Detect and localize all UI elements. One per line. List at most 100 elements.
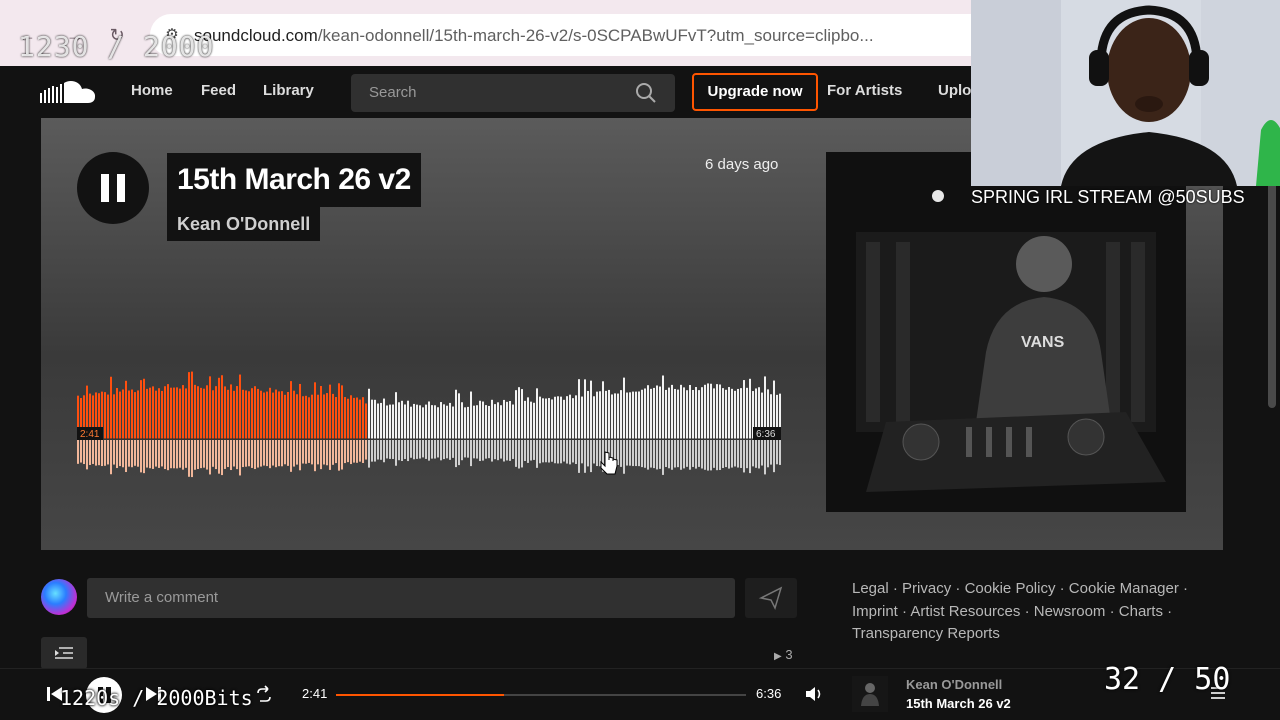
repeat-icon[interactable]	[254, 685, 274, 705]
waveform-bar	[404, 404, 406, 439]
waveform-bar	[356, 397, 358, 439]
waveform-bar	[464, 407, 466, 439]
waveform-bar-reflection	[566, 440, 568, 464]
waveform-bar-reflection	[458, 440, 460, 466]
waveform-bar	[623, 377, 625, 439]
waveform-bar-reflection	[518, 440, 520, 469]
waveform-bar-reflection	[386, 440, 388, 459]
waveform-bar	[377, 403, 379, 439]
waveform-bar	[554, 396, 556, 439]
pause-button[interactable]	[77, 152, 149, 224]
footer-link-privacy[interactable]: Privacy	[902, 580, 951, 597]
artist-name[interactable]: Kean O'Donnell	[177, 207, 310, 241]
waveform-bar	[314, 382, 316, 439]
waveform-bar	[503, 399, 505, 439]
waveform-bar	[176, 387, 178, 439]
player-track-title[interactable]: 15th March 26 v2	[906, 696, 1011, 711]
soundcloud-logo-icon[interactable]	[40, 79, 96, 105]
waveform-bar-reflection	[710, 440, 712, 471]
footer-link-artist-resources[interactable]: Artist Resources	[910, 603, 1020, 620]
waveform-bar	[467, 406, 469, 439]
waveform-bar	[545, 398, 547, 439]
waveform-bar-reflection	[650, 440, 652, 468]
waveform-bar	[698, 390, 700, 439]
nav-feed[interactable]: Feed	[201, 82, 236, 99]
waveform-bar	[725, 389, 727, 439]
waveform-bar-reflection	[533, 440, 535, 460]
track-title: 15th March 26 v2	[177, 163, 411, 196]
waveform-bar-reflection	[665, 440, 667, 467]
player-progress-bar[interactable]	[336, 694, 746, 696]
waveform-bar-reflection	[116, 440, 118, 469]
comment-placeholder: Write a comment	[105, 589, 219, 606]
waveform-bar-reflection	[704, 440, 706, 470]
player-artwork-thumbnail[interactable]	[852, 676, 888, 712]
waveform-bar	[587, 390, 589, 439]
waveform-bar-reflection	[131, 440, 133, 468]
waveform-bar-reflection	[524, 440, 526, 461]
send-comment-button[interactable]	[745, 578, 797, 618]
waveform-bar	[362, 397, 364, 439]
waveform-bar	[131, 389, 133, 439]
waveform-bar-reflection	[764, 440, 766, 475]
waveform[interactable]: 2:41 6:36	[77, 368, 781, 478]
waveform-bar-reflection	[242, 440, 244, 468]
waveform-bar	[542, 398, 544, 439]
waveform-bar-reflection	[734, 440, 736, 467]
waveform-bar-reflection	[506, 440, 508, 461]
waveform-bar-reflection	[485, 440, 487, 459]
waveform-bar	[731, 388, 733, 439]
bits-goal-overlay: 1220s / 2000Bits	[60, 686, 253, 710]
search-input[interactable]: Search	[351, 74, 675, 112]
waveform-bar	[368, 388, 370, 439]
user-avatar[interactable]	[41, 579, 77, 615]
footer-link-cookie-policy[interactable]: Cookie Policy	[965, 580, 1056, 597]
add-to-queue-button[interactable]	[41, 637, 87, 669]
waveform-bar	[389, 404, 391, 439]
nav-library[interactable]: Library	[263, 82, 314, 99]
nav-for-artists[interactable]: For Artists	[827, 82, 902, 99]
waveform-bar-reflection	[239, 440, 241, 476]
address-bar[interactable]: ⚙ soundcloud.com/kean-odonnell/15th-marc…	[150, 14, 1000, 56]
waveform-bar	[254, 386, 256, 439]
search-icon[interactable]	[635, 82, 657, 104]
waveform-bar-reflection	[95, 440, 97, 466]
waveform-bar	[518, 387, 520, 439]
waveform-bar	[344, 397, 346, 439]
waveform-bar	[212, 390, 214, 439]
nav-home[interactable]: Home	[131, 82, 173, 99]
waveform-bar	[710, 383, 712, 439]
waveform-bar	[521, 389, 523, 439]
waveform-bar-reflection	[620, 440, 622, 467]
waveform-bar-reflection	[449, 440, 451, 460]
waveform-bar	[497, 402, 499, 439]
footer-link-charts[interactable]: Charts	[1119, 603, 1163, 620]
footer-link-cookie-manager[interactable]: Cookie Manager	[1069, 580, 1179, 597]
waveform-bar-reflection	[323, 440, 325, 465]
waveform-bar	[215, 386, 217, 439]
artist-box[interactable]: Kean O'Donnell	[167, 207, 321, 241]
waveform-bar-reflection	[197, 440, 199, 470]
comment-input[interactable]: Write a comment	[87, 578, 735, 618]
waveform-bar	[287, 391, 289, 439]
footer-link-legal[interactable]: Legal	[852, 580, 889, 597]
waveform-bar	[713, 388, 715, 439]
waveform-bar	[236, 386, 238, 439]
subs-goal-overlay: 32 / 50	[1104, 662, 1231, 697]
waveform-bar-reflection	[470, 440, 472, 467]
player-artist-name[interactable]: Kean O'Donnell	[906, 677, 1002, 692]
waveform-bar	[239, 374, 241, 439]
waveform-bar-reflection	[179, 440, 181, 468]
waveform-bar	[446, 405, 448, 439]
footer-link-transparency-reports[interactable]: Transparency Reports	[852, 625, 1000, 642]
volume-icon[interactable]	[804, 684, 824, 704]
upgrade-button[interactable]: Upgrade now	[692, 73, 818, 111]
footer-link-imprint[interactable]: Imprint	[852, 603, 898, 620]
footer-link-newsroom[interactable]: Newsroom	[1034, 603, 1106, 620]
waveform-bar	[596, 391, 598, 439]
waveform-bar-reflection	[758, 440, 760, 469]
waveform-bar	[533, 402, 535, 439]
waveform-bar	[146, 388, 148, 439]
waveform-bar	[323, 394, 325, 439]
waveform-bar	[293, 390, 295, 439]
